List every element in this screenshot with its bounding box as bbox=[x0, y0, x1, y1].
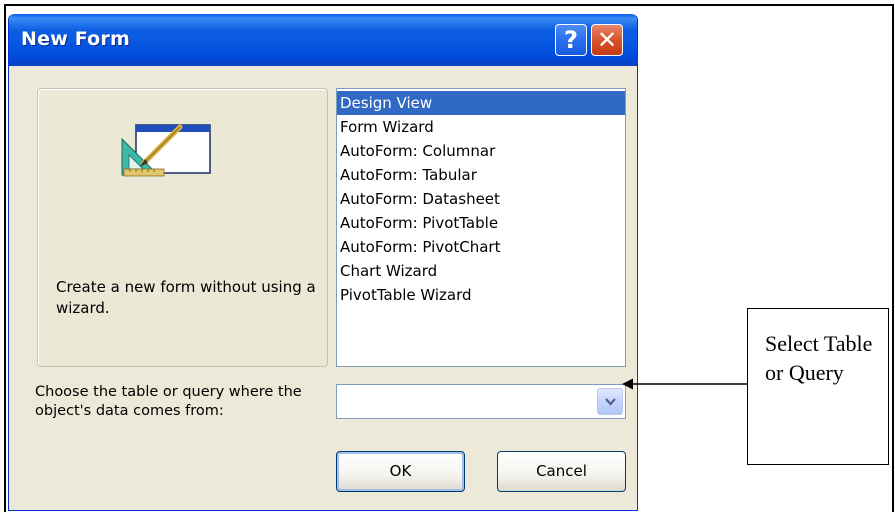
description-panel: Create a new form without using a wizard… bbox=[37, 88, 328, 367]
new-form-dialog: New Form ? ✕ Create a new form without u… bbox=[8, 14, 638, 511]
list-item-chart-wizard[interactable]: Chart Wizard bbox=[337, 259, 625, 283]
data-source-label: Choose the table or query where the obje… bbox=[35, 384, 302, 419]
annotation-arrow bbox=[622, 378, 748, 390]
close-icon: ✕ bbox=[596, 26, 618, 54]
design-form-icon bbox=[121, 124, 211, 177]
dialog-title: New Form bbox=[21, 28, 130, 50]
help-icon: ? bbox=[564, 26, 578, 54]
description-text: Create a new form without using a wizard… bbox=[56, 278, 316, 317]
list-item-design-view[interactable]: Design View bbox=[337, 91, 625, 115]
dropdown-button[interactable] bbox=[597, 388, 623, 415]
list-item-autoform-datasheet[interactable]: AutoForm: Datasheet bbox=[337, 187, 625, 211]
close-button[interactable]: ✕ bbox=[591, 24, 623, 56]
list-item-pivottable-wizard[interactable]: PivotTable Wizard bbox=[337, 283, 625, 307]
chevron-down-icon bbox=[605, 398, 616, 406]
list-item-autoform-pivotchart[interactable]: AutoForm: PivotChart bbox=[337, 235, 625, 259]
list-item-autoform-pivottable[interactable]: AutoForm: PivotTable bbox=[337, 211, 625, 235]
ok-button[interactable]: OK bbox=[336, 451, 465, 492]
annotation-callout: Select Table or Query bbox=[747, 308, 889, 465]
help-button[interactable]: ? bbox=[555, 24, 587, 56]
list-item-form-wizard[interactable]: Form Wizard bbox=[337, 115, 625, 139]
list-item-autoform-columnar[interactable]: AutoForm: Columnar bbox=[337, 139, 625, 163]
title-bar[interactable]: New Form ? ✕ bbox=[9, 14, 637, 66]
cancel-button[interactable]: Cancel bbox=[497, 451, 626, 492]
list-item-autoform-tabular[interactable]: AutoForm: Tabular bbox=[337, 163, 625, 187]
data-source-combobox[interactable] bbox=[336, 384, 626, 419]
form-type-listbox[interactable]: Design View Form Wizard AutoForm: Column… bbox=[336, 88, 626, 367]
